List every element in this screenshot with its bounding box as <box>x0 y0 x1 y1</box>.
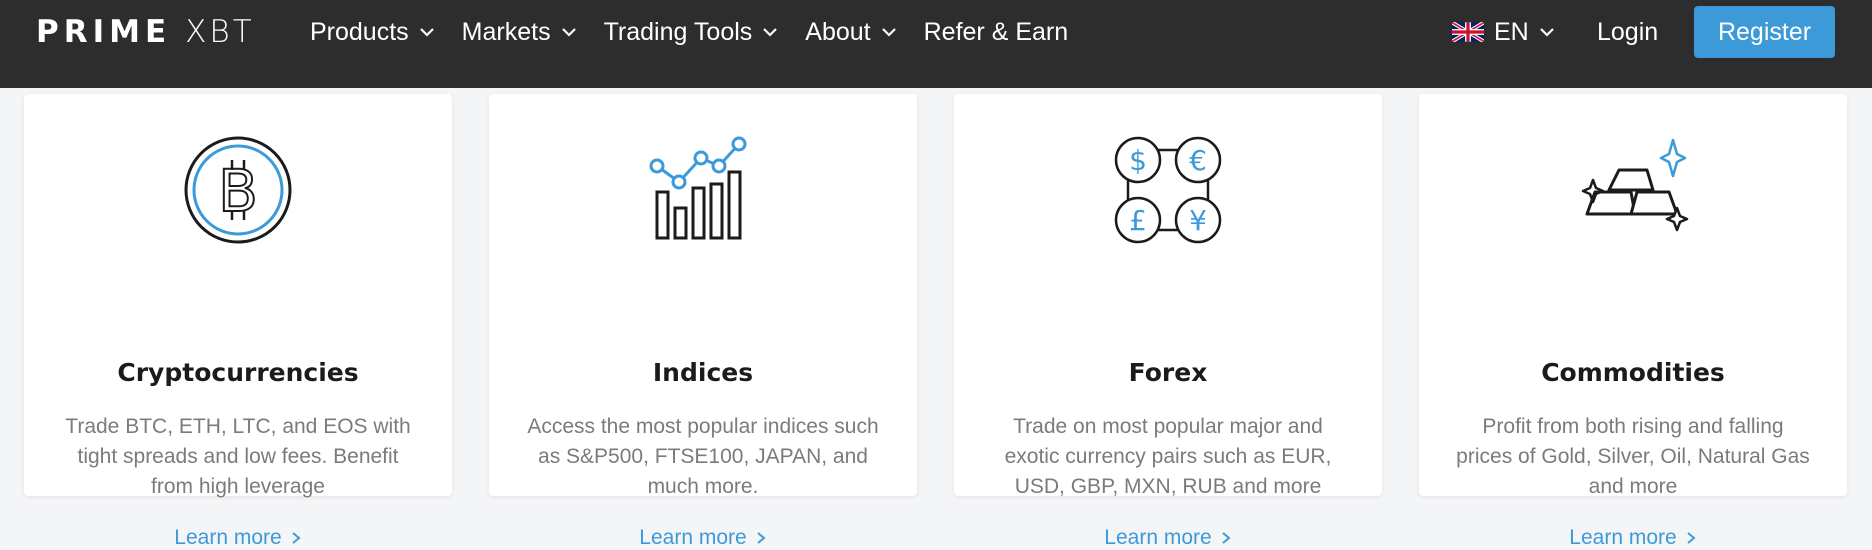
market-card-forex: $ € £ ¥ Forex Trade on most popular majo… <box>954 94 1382 549</box>
svg-text:B: B <box>218 157 258 225</box>
learn-more-label: Learn more <box>1569 526 1677 549</box>
logo-prime-text: PRIME <box>36 14 172 50</box>
chevron-down-icon <box>881 28 896 37</box>
learn-more-link[interactable]: Learn more <box>1419 526 1847 550</box>
nav-trading-tools-label: Trading Tools <box>603 17 753 46</box>
market-card-indices: Indices Access the most popular indices … <box>489 94 917 549</box>
card-title: Indices <box>652 358 754 387</box>
chevron-right-icon <box>1687 532 1696 544</box>
nav-about-label: About <box>805 17 871 46</box>
svg-text:¥: ¥ <box>1189 204 1207 237</box>
market-card-commodities: Commodities Profit from both rising and … <box>1419 94 1847 549</box>
language-label: EN <box>1494 17 1529 46</box>
learn-more-label: Learn more <box>174 526 282 549</box>
card-description: Trade on most popular major and exotic c… <box>1004 415 1332 498</box>
register-button[interactable]: Register <box>1694 6 1835 58</box>
gold-bars-icon <box>1581 138 1689 232</box>
nav-refer-earn-label: Refer & Earn <box>923 17 1069 46</box>
learn-more-label: Learn more <box>1104 526 1212 549</box>
market-card-crypto: B Cryptocurrencies Trade BTC, ETH, LTC, … <box>24 94 452 549</box>
chevron-down-icon <box>1539 28 1554 37</box>
prime-xbt-logo[interactable]: PRIME XBT <box>36 14 255 50</box>
card-title: Forex <box>1128 358 1208 387</box>
chevron-right-icon <box>1222 532 1231 544</box>
top-navbar: PRIME XBT Products Markets Trading Tools… <box>0 0 1872 88</box>
learn-more-link[interactable]: Learn more <box>954 526 1382 550</box>
currency-icon: $ € £ ¥ <box>1114 136 1222 244</box>
chart-icon <box>649 136 747 240</box>
nav-trading-tools[interactable]: Trading Tools <box>604 18 781 47</box>
nav-products-label: Products <box>310 17 409 46</box>
learn-more-link[interactable]: Learn more <box>24 526 452 550</box>
learn-more-label: Learn more <box>639 526 747 549</box>
chevron-right-icon <box>292 532 301 544</box>
logo-xbt-text: XBT <box>185 14 255 50</box>
uk-flag-icon <box>1452 22 1484 42</box>
card-title: Commodities <box>1541 358 1725 387</box>
login-link[interactable]: Login <box>1597 12 1658 52</box>
card-title: Cryptocurrencies <box>117 358 359 387</box>
svg-text:€: € <box>1189 144 1207 177</box>
bitcoin-icon: B <box>184 136 292 244</box>
card-description: Trade BTC, ETH, LTC, and EOS with tight … <box>65 415 411 498</box>
language-selector[interactable]: EN <box>1452 12 1557 52</box>
nav-markets-label: Markets <box>461 17 551 46</box>
learn-more-link[interactable]: Learn more <box>489 526 917 550</box>
nav-products[interactable]: Products <box>310 18 437 47</box>
chevron-right-icon <box>757 532 766 544</box>
nav-refer-earn[interactable]: Refer & Earn <box>924 18 1069 47</box>
svg-text:$: $ <box>1129 144 1147 177</box>
card-description: Access the most popular indices such as … <box>527 415 879 498</box>
chevron-down-icon <box>419 28 434 37</box>
card-description: Profit from both rising and falling pric… <box>1456 415 1810 498</box>
svg-text:£: £ <box>1129 204 1147 237</box>
nav-about[interactable]: About <box>805 18 898 47</box>
chevron-down-icon <box>561 28 576 37</box>
nav-markets[interactable]: Markets <box>462 18 579 47</box>
chevron-down-icon <box>763 28 778 37</box>
main-nav: Products Markets Trading Tools About Ref… <box>310 12 1093 52</box>
